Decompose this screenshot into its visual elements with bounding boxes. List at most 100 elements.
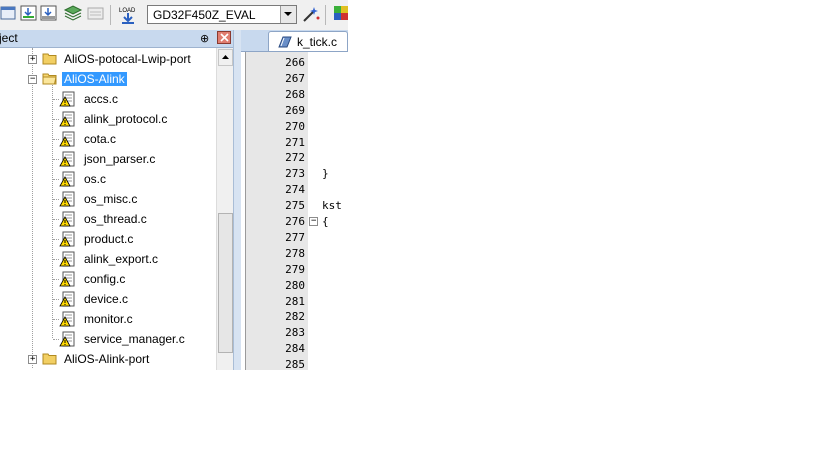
download-icon[interactable] <box>20 4 40 24</box>
tree-file[interactable]: cota.c <box>0 129 216 149</box>
project-pane-title: ject <box>0 31 18 45</box>
tree-file[interactable]: accs.c <box>0 89 216 109</box>
line-number: 278 <box>285 246 305 260</box>
tree-group-selected[interactable]: − AliOS-Alink <box>0 69 216 89</box>
line-number: 274 <box>285 183 305 197</box>
tree-file-label: alink_protocol.c <box>84 112 168 126</box>
c-file-warning-icon <box>59 331 77 350</box>
line-number: 268 <box>285 87 305 101</box>
c-file-warning-icon <box>59 91 77 110</box>
tree-group[interactable]: + AliOS-Alink-port <box>0 349 216 369</box>
toolbar-separator <box>325 5 326 25</box>
editor-tabbar: k_tick.c <box>241 30 348 52</box>
c-file-warning-icon <box>59 171 77 190</box>
tree-file-label: alink_export.c <box>84 252 159 266</box>
tree-file[interactable]: json_parser.c <box>0 149 216 169</box>
close-pane-button[interactable] <box>217 31 231 44</box>
fold-margin <box>308 52 320 370</box>
tree-file[interactable]: service_manager.c <box>0 329 216 349</box>
c-file-icon <box>277 35 293 52</box>
tree-file[interactable]: os_thread.c <box>0 209 216 229</box>
line-number: 283 <box>285 326 305 340</box>
close-icon <box>220 33 229 42</box>
folder-open-icon <box>42 71 58 88</box>
pack-installer-icon[interactable] <box>331 4 351 24</box>
line-number: 276 <box>285 215 305 228</box>
tab-k-tick-c[interactable]: k_tick.c <box>268 31 348 51</box>
tree-file[interactable]: config.c <box>0 269 216 289</box>
project-pane-header: ject ⊕ <box>0 30 234 48</box>
chevron-down-icon[interactable] <box>280 6 296 23</box>
c-file-warning-icon <box>59 311 77 330</box>
tree-group-label: AliOS-Alink-port <box>64 352 150 366</box>
folder-icon <box>42 351 58 368</box>
code-line: kst <box>322 199 342 213</box>
scroll-thumb[interactable] <box>218 213 233 353</box>
tree-file-label: json_parser.c <box>84 152 156 166</box>
expand-icon[interactable]: + <box>28 355 37 364</box>
tree-file-label: device.c <box>84 292 129 306</box>
target-select[interactable]: GD32F450Z_EVAL <box>147 5 297 24</box>
tree-file[interactable]: os_misc.c <box>0 189 216 209</box>
tree-scrollbar[interactable] <box>216 48 234 370</box>
line-number: 273 <box>285 167 305 181</box>
c-file-warning-icon <box>59 191 77 210</box>
options-icon[interactable] <box>63 4 83 24</box>
tree-file[interactable]: device.c <box>0 289 216 309</box>
batch-build-icon[interactable] <box>40 4 60 24</box>
code-editor[interactable]: 266 267 268 269 270 271 272 273 274 275 276 277 278 2… <box>241 52 348 370</box>
target-select-value: GD32F450Z_EVAL <box>153 8 256 22</box>
c-file-warning-icon <box>59 211 77 230</box>
tree-file-label: os.c <box>84 172 107 186</box>
toolbar-separator <box>110 5 111 25</box>
toolbar: LOAD GD32F450Z_EVAL <box>0 0 348 31</box>
c-file-warning-icon <box>59 111 77 130</box>
tree-group-label: AliOS-potocal-Lwip-port <box>64 52 191 66</box>
tree-file-label: os_misc.c <box>84 192 138 206</box>
line-number: 275 <box>285 199 305 213</box>
expand-icon[interactable]: + <box>28 55 37 64</box>
line-number: 277 <box>285 230 305 244</box>
line-number: 284 <box>285 342 305 356</box>
tree-file[interactable]: alink_protocol.c <box>0 109 216 129</box>
line-number: 281 <box>285 294 305 308</box>
c-file-warning-icon <box>59 131 77 150</box>
line-number: 272 <box>285 151 305 165</box>
line-number: 267 <box>285 71 305 85</box>
manage-icon[interactable] <box>86 4 106 24</box>
window-icon[interactable] <box>0 4 20 24</box>
tree-file-label: os_thread.c <box>84 212 147 226</box>
fold-collapse-icon[interactable]: − <box>309 217 318 226</box>
line-number: 269 <box>285 103 305 117</box>
tree-file[interactable]: product.c <box>0 229 216 249</box>
magic-wand-icon[interactable] <box>301 4 321 24</box>
pin-icon[interactable]: ⊕ <box>200 32 209 45</box>
line-number-gutter: 266 267 268 269 270 271 272 273 274 275 276 277 278 2… <box>245 52 308 370</box>
line-number: 282 <box>285 310 305 324</box>
tree-group[interactable]: + AliOS-potocal-Lwip-port <box>0 49 216 69</box>
c-file-warning-icon <box>59 231 77 250</box>
line-number: 271 <box>285 135 305 149</box>
line-number: 285 <box>285 358 305 370</box>
tree-file[interactable]: alink_export.c <box>0 249 216 269</box>
tree-file-label: product.c <box>84 232 134 246</box>
tree-file[interactable]: monitor.c <box>0 309 216 329</box>
tree-file[interactable]: os.c <box>0 169 216 189</box>
tree-file-label: cota.c <box>84 132 117 146</box>
code-line: { <box>322 215 329 228</box>
line-number: 270 <box>285 119 305 133</box>
line-number: 266 <box>285 56 305 69</box>
c-file-warning-icon <box>59 291 77 310</box>
tree-group-label: AliOS-Alink <box>62 72 127 86</box>
line-number: 279 <box>285 262 305 276</box>
code-line: } <box>322 167 329 181</box>
collapse-icon[interactable]: − <box>28 75 37 84</box>
folder-icon <box>42 51 58 68</box>
tree-file-label: service_manager.c <box>84 332 185 346</box>
load-icon[interactable]: LOAD <box>118 4 138 24</box>
tab-label: k_tick.c <box>297 35 338 49</box>
tree-file-label: config.c <box>84 272 126 286</box>
scroll-up-button[interactable] <box>218 49 233 66</box>
project-tree: + AliOS-potocal-Lwip-port − AliOS-Alink accs… <box>0 48 216 370</box>
c-file-warning-icon <box>59 151 77 170</box>
